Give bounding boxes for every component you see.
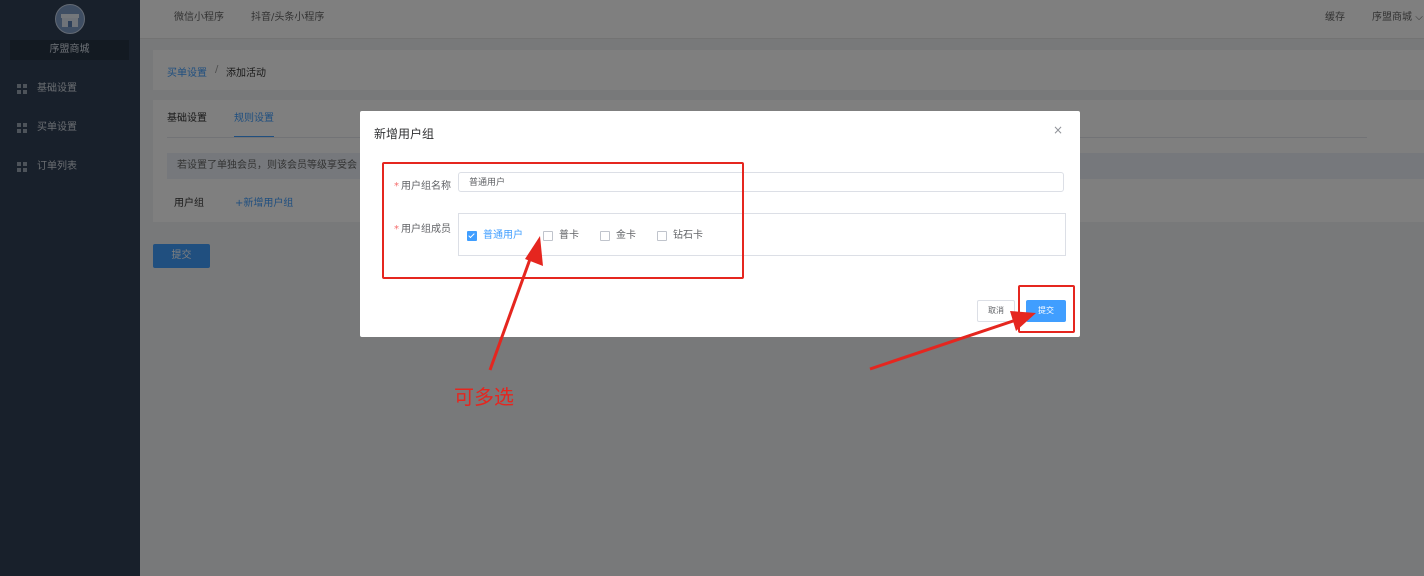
annotation-text: 可多选	[454, 385, 514, 409]
arrow-to-submit	[869, 316, 1023, 371]
arrow-to-checkboxes	[488, 247, 536, 371]
annotation-arrows	[488, 236, 1036, 371]
arrowhead-submit	[1010, 311, 1036, 331]
